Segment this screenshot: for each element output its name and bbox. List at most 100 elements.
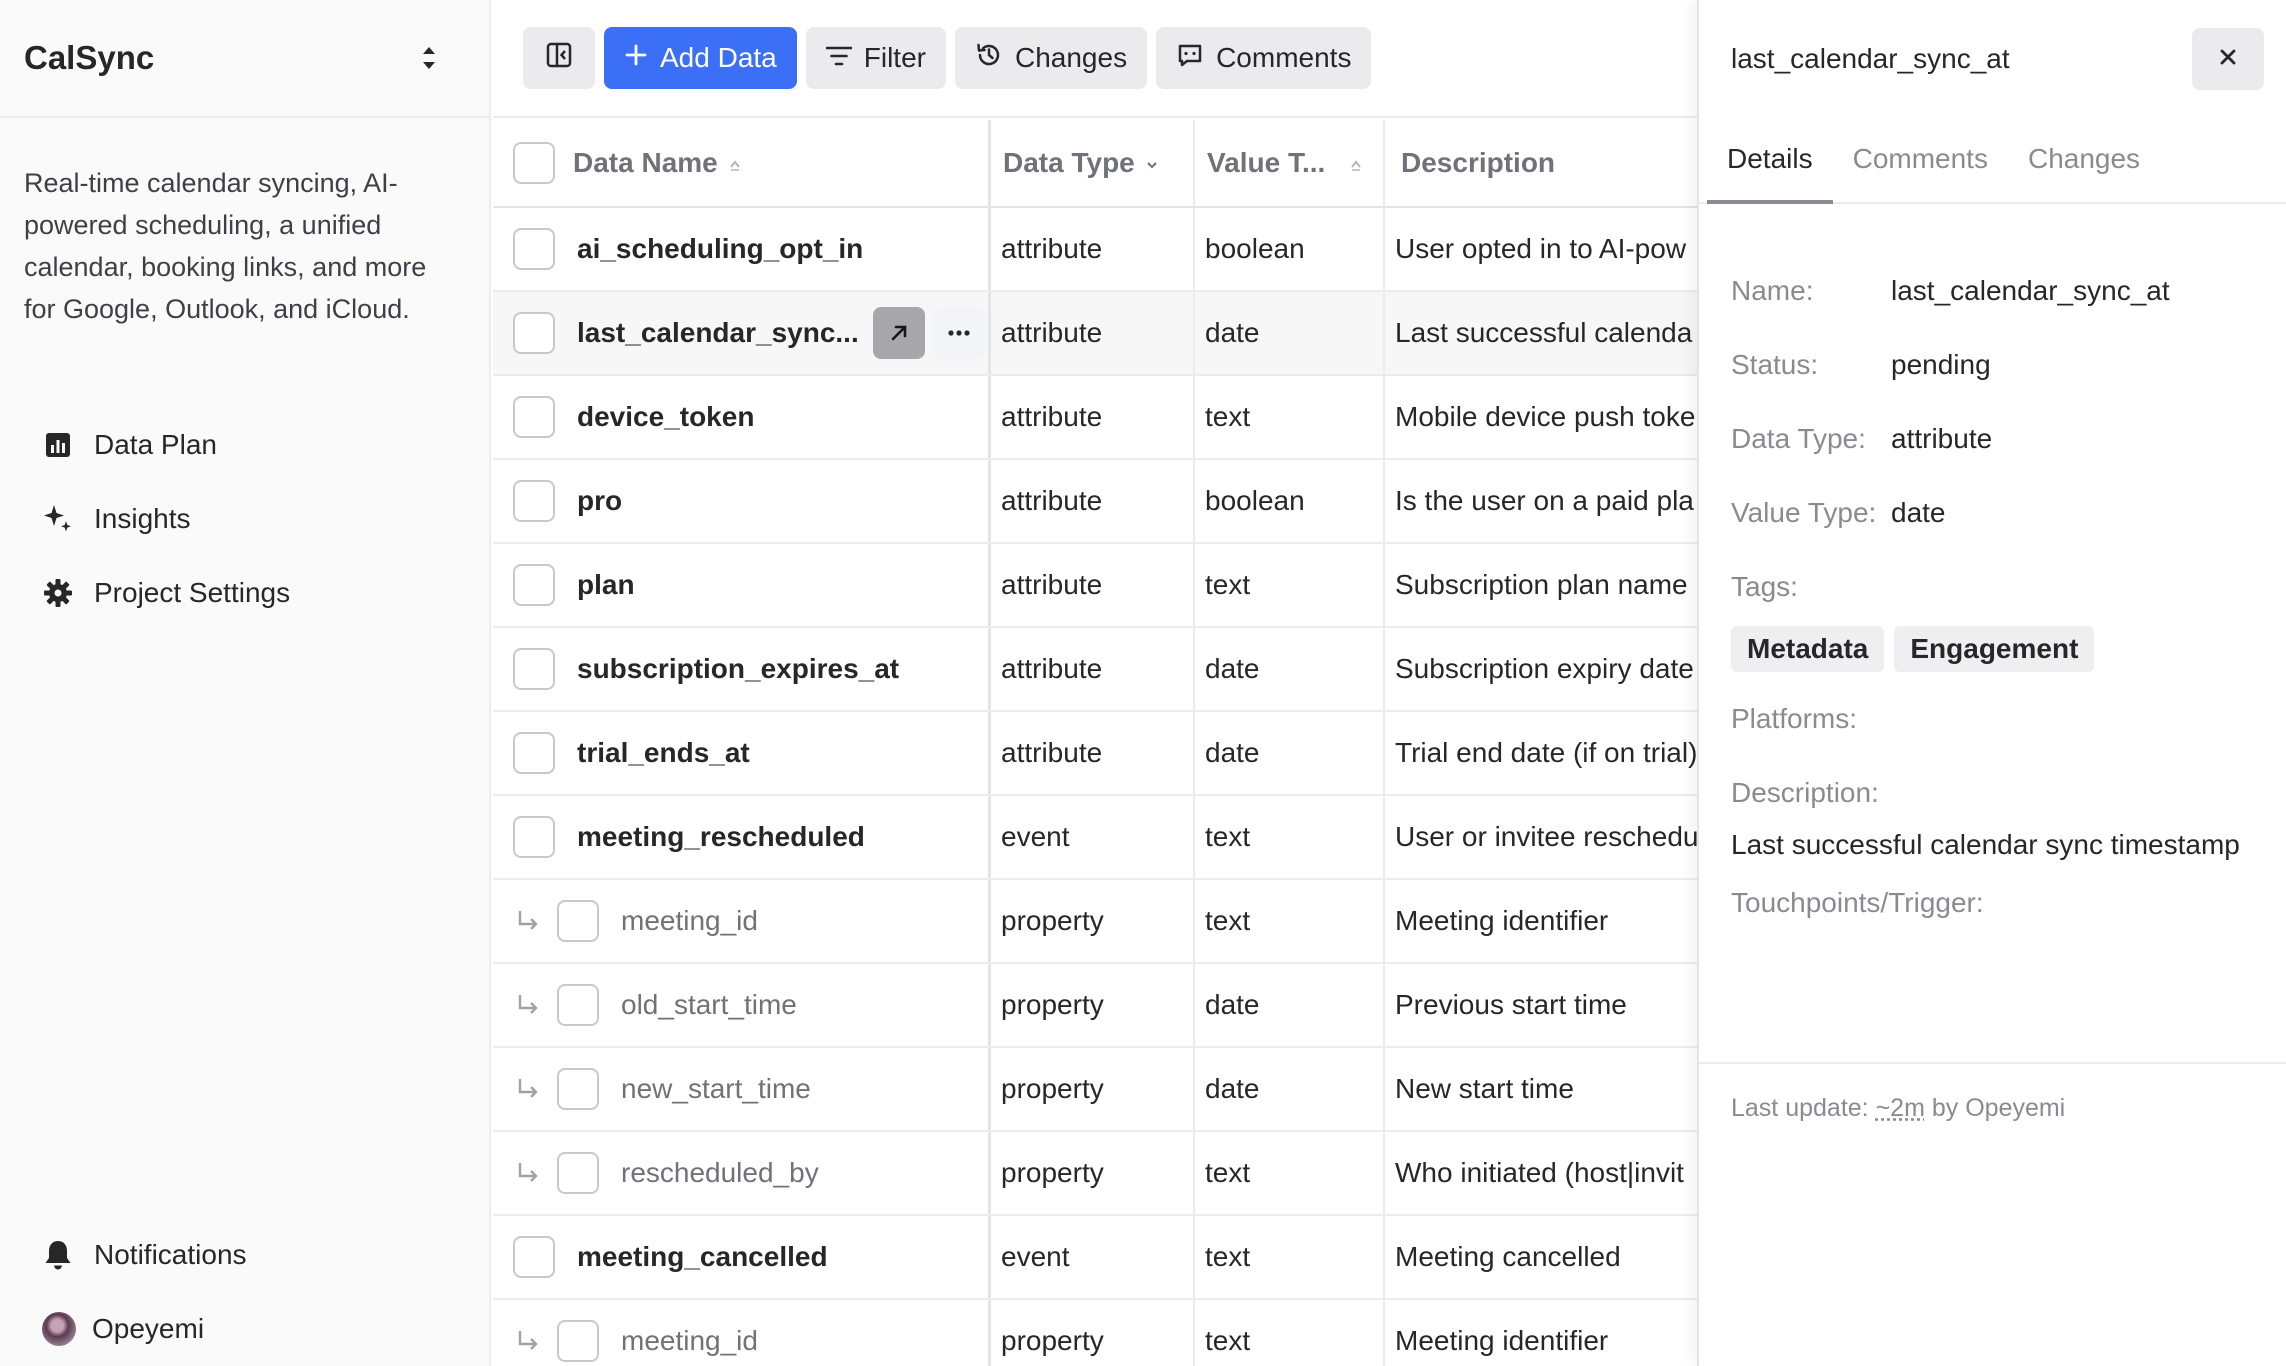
data-name-text[interactable]: meeting_id <box>621 1325 758 1357</box>
row-checkbox[interactable] <box>513 564 555 606</box>
cell-description[interactable]: Mobile device push toke <box>1385 376 1697 458</box>
cell-data-type[interactable]: property <box>991 880 1195 962</box>
cell-value-type[interactable]: text <box>1195 880 1385 962</box>
cell-data-type[interactable]: attribute <box>991 376 1195 458</box>
tab-details[interactable]: Details <box>1707 118 1833 204</box>
table-row[interactable]: device_token attribute text Mobile device p… <box>493 376 1697 460</box>
cell-value-type[interactable]: text <box>1195 1300 1385 1366</box>
toggle-sidebar-button[interactable] <box>523 27 595 89</box>
cell-description[interactable]: Subscription plan name <box>1385 544 1697 626</box>
select-all-checkbox[interactable] <box>513 142 555 184</box>
project-switcher[interactable]: CalSync <box>0 0 489 118</box>
open-detail-button[interactable] <box>872 307 925 359</box>
cell-value-type[interactable]: date <box>1195 964 1385 1046</box>
table-row[interactable]: old_start_time property date Previous start… <box>493 964 1697 1048</box>
cell-value-type[interactable]: text <box>1195 1132 1385 1214</box>
sidebar-item-insights[interactable]: Insights <box>24 482 465 556</box>
data-name-text[interactable]: old_start_time <box>621 989 797 1021</box>
cell-value-type[interactable]: boolean <box>1195 208 1385 290</box>
tab-comments[interactable]: Comments <box>1833 118 2008 204</box>
cell-description[interactable]: Previous start time <box>1385 964 1697 1046</box>
cell-description[interactable]: Trial end date (if on trial) <box>1385 712 1697 794</box>
table-row[interactable]: ai_scheduling_opt_in attribute boolean User… <box>493 208 1697 292</box>
row-checkbox[interactable] <box>513 312 555 354</box>
cell-value-type[interactable]: text <box>1195 796 1385 878</box>
data-name-text[interactable]: subscription_expires_at <box>577 653 899 685</box>
field-value[interactable]: attribute <box>1891 423 1992 455</box>
description-value[interactable]: Last successful calendar sync timestamp <box>1731 824 2254 866</box>
table-row[interactable]: meeting_id property text Meeting identifier <box>493 1300 1697 1366</box>
table-row[interactable]: trial_ends_at attribute date Trial end date… <box>493 712 1697 796</box>
row-checkbox[interactable] <box>513 648 555 690</box>
column-header-data-name[interactable]: Data Name <box>493 120 991 206</box>
cell-description[interactable]: Meeting identifier <box>1385 880 1697 962</box>
cell-data-type[interactable]: property <box>991 1300 1195 1366</box>
cell-data-type[interactable]: property <box>991 964 1195 1046</box>
tag-chip[interactable]: Engagement <box>1894 626 2095 672</box>
cell-value-type[interactable]: boolean <box>1195 460 1385 542</box>
add-data-button[interactable]: Add Data <box>604 27 797 89</box>
data-name-text[interactable]: meeting_rescheduled <box>577 821 865 853</box>
tab-changes[interactable]: Changes <box>2008 118 2160 204</box>
row-checkbox[interactable] <box>557 1068 599 1110</box>
cell-description[interactable]: Is the user on a paid pla <box>1385 460 1697 542</box>
cell-value-type[interactable]: text <box>1195 544 1385 626</box>
field-value[interactable]: date <box>1891 497 1946 529</box>
row-checkbox[interactable] <box>513 228 555 270</box>
cell-description[interactable]: New start time <box>1385 1048 1697 1130</box>
row-checkbox[interactable] <box>513 1236 555 1278</box>
cell-value-type[interactable]: text <box>1195 376 1385 458</box>
cell-data-type[interactable]: attribute <box>991 544 1195 626</box>
cell-description[interactable]: User opted in to AI-pow <box>1385 208 1697 290</box>
cell-data-type[interactable]: attribute <box>991 628 1195 710</box>
data-name-text[interactable]: trial_ends_at <box>577 737 750 769</box>
data-name-text[interactable]: plan <box>577 569 635 601</box>
cell-description[interactable]: User or invitee reschedu <box>1385 796 1697 878</box>
cell-data-type[interactable]: property <box>991 1048 1195 1130</box>
table-row[interactable]: last_calendar_sync... attribute date Last s… <box>493 292 1697 376</box>
cell-value-type[interactable]: text <box>1195 1216 1385 1298</box>
data-name-text[interactable]: last_calendar_sync... <box>577 317 859 349</box>
more-options-button[interactable] <box>932 307 985 359</box>
row-checkbox[interactable] <box>513 732 555 774</box>
user-profile[interactable]: Opeyemi <box>24 1292 465 1366</box>
table-row[interactable]: plan attribute text Subscription plan name <box>493 544 1697 628</box>
row-checkbox[interactable] <box>513 396 555 438</box>
cell-value-type[interactable]: date <box>1195 1048 1385 1130</box>
data-name-text[interactable]: meeting_cancelled <box>577 1241 828 1273</box>
data-name-text[interactable]: new_start_time <box>621 1073 811 1105</box>
table-row[interactable]: subscription_expires_at attribute date Subs… <box>493 628 1697 712</box>
cell-description[interactable]: Meeting cancelled <box>1385 1216 1697 1298</box>
cell-data-type[interactable]: event <box>991 1216 1195 1298</box>
table-row[interactable]: meeting_rescheduled event text User or invi… <box>493 796 1697 880</box>
data-name-text[interactable]: device_token <box>577 401 754 433</box>
chevron-up-down-icon[interactable] <box>417 41 441 75</box>
table-row[interactable]: pro attribute boolean Is the user on a paid… <box>493 460 1697 544</box>
cell-description[interactable]: Meeting identifier <box>1385 1300 1697 1366</box>
row-checkbox[interactable] <box>557 1320 599 1362</box>
cell-description[interactable]: Last successful calenda <box>1385 292 1697 374</box>
comments-button[interactable]: Comments <box>1156 27 1372 89</box>
data-name-text[interactable]: rescheduled_by <box>621 1157 819 1189</box>
close-button[interactable] <box>2192 28 2264 90</box>
table-row[interactable]: rescheduled_by property text Who initiated … <box>493 1132 1697 1216</box>
data-name-text[interactable]: meeting_id <box>621 905 758 937</box>
data-name-text[interactable]: ai_scheduling_opt_in <box>577 233 863 265</box>
table-row[interactable]: meeting_cancelled event text Meeting cancel… <box>493 1216 1697 1300</box>
filter-button[interactable]: Filter <box>805 27 946 89</box>
row-checkbox[interactable] <box>513 480 555 522</box>
cell-data-type[interactable]: attribute <box>991 292 1195 374</box>
cell-description[interactable]: Subscription expiry date <box>1385 628 1697 710</box>
cell-data-type[interactable]: attribute <box>991 712 1195 794</box>
field-value[interactable]: last_calendar_sync_at <box>1891 275 2170 307</box>
sidebar-item-project-settings[interactable]: Project Settings <box>24 556 465 630</box>
field-value[interactable]: pending <box>1891 349 1991 381</box>
cell-data-type[interactable]: event <box>991 796 1195 878</box>
column-header-value-type[interactable]: Value T... <box>1195 120 1385 206</box>
table-row[interactable]: meeting_id property text Meeting identifier <box>493 880 1697 964</box>
cell-data-type[interactable]: property <box>991 1132 1195 1214</box>
row-checkbox[interactable] <box>513 816 555 858</box>
column-header-data-type[interactable]: Data Type <box>991 120 1195 206</box>
cell-data-type[interactable]: attribute <box>991 460 1195 542</box>
row-checkbox[interactable] <box>557 900 599 942</box>
